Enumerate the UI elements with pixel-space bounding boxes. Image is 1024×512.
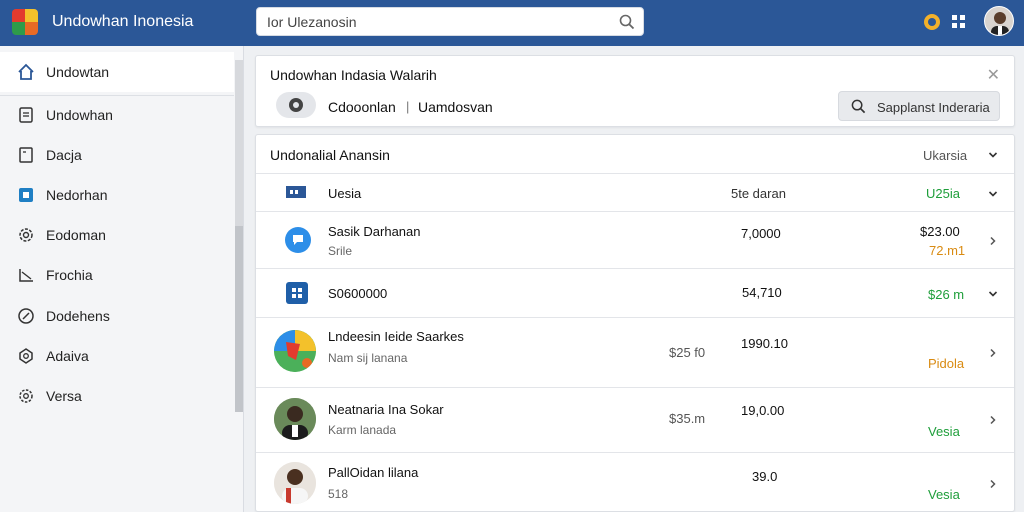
gear-icon (19, 228, 33, 242)
card-search-label: Sapplanst Inderaria (877, 100, 990, 115)
sidebar-item-dacja[interactable]: Dacja (0, 135, 234, 175)
notification-icon[interactable] (921, 11, 943, 33)
sidebar-item-dodehens[interactable]: Dodehens (0, 296, 234, 336)
row-subtitle: Nam sij lanana (328, 351, 408, 365)
chat-icon (285, 227, 311, 253)
search-icon[interactable] (619, 14, 635, 30)
row-name: Neatnaria Ina Sokar (328, 402, 444, 417)
sidebar-item-frochia[interactable]: Frochia (0, 255, 234, 295)
row-status: Vesia (928, 487, 960, 502)
row-amount: $26 m (928, 287, 965, 302)
row-amount: $23.00 (920, 224, 960, 239)
chevron-down-icon[interactable] (988, 150, 998, 160)
square-icon (19, 188, 33, 202)
avatar (274, 462, 316, 504)
list-card: Undonalial Anansin Ukarsia Uesia 5te dar… (255, 134, 1015, 512)
row-value: 39.0 (752, 469, 778, 484)
row-name: S0600000 (328, 286, 388, 301)
chevron-down-icon[interactable] (988, 289, 998, 299)
table-row[interactable]: PallOidan lilana 518 39.0 Vesia (256, 452, 1014, 512)
column-header-status: U25ia (926, 186, 960, 201)
file-icon (19, 147, 33, 163)
sidebar-item-label: Eodoman (46, 227, 106, 243)
chevron-right-icon[interactable] (988, 236, 998, 246)
record-button[interactable] (276, 92, 316, 118)
document-icon (19, 107, 33, 123)
row-value: 19,0.00 (741, 403, 785, 418)
compass-icon (18, 308, 34, 324)
header-card: Undowhan Indasia Walarih ✕ Cdooonlan | U… (255, 55, 1015, 127)
row-status: Vesia (928, 424, 960, 439)
app-logo (12, 9, 38, 35)
sidebar-item-label: Dacja (46, 147, 82, 163)
row-status: Pidola (928, 356, 965, 371)
row-subtitle: 518 (328, 487, 349, 501)
avatar (274, 398, 316, 440)
sidebar-item-label: Frochia (46, 267, 93, 283)
row-value: 54,710 (742, 285, 782, 300)
chevron-right-icon[interactable] (988, 479, 998, 489)
card-search-button[interactable]: Sapplanst Inderaria (838, 91, 1000, 121)
close-icon[interactable]: ✕ (987, 65, 1000, 85)
sidebar-item-label: Dodehens (46, 308, 110, 324)
table-row[interactable]: Lndeesin Ieide Saarkes Nam sij lanana $2… (256, 317, 1014, 387)
row-name: Lndeesin Ieide Saarkes (328, 329, 464, 344)
sidebar-item-eodoman[interactable]: Eodoman (0, 215, 234, 255)
apps-icon[interactable] (948, 11, 970, 33)
search-value: Ior Ulezanosin (267, 14, 357, 30)
sidebar-item-label: Adaiva (46, 348, 89, 364)
chevron-right-icon[interactable] (988, 415, 998, 425)
row-subtitle: Srile (328, 244, 353, 258)
sidebar-item-undowtan[interactable]: Undowtan (0, 52, 234, 92)
card-title: Undonalial Anansin (270, 147, 390, 163)
sidebar-item-label: Versa (46, 388, 82, 404)
table-header-row: Uesia 5te daran U25ia (256, 173, 1014, 211)
row-price: $35.m (669, 411, 706, 426)
filter-dropdown[interactable]: Ukarsia (923, 148, 967, 163)
row-value: 1990.10 (741, 336, 788, 351)
sidebar-item-adaiva[interactable]: Adaiva (0, 336, 234, 376)
tab-separator: | (406, 99, 410, 114)
grid-icon (286, 282, 308, 304)
row-subtitle: Karm lanada (328, 423, 397, 437)
gear-icon (19, 348, 33, 364)
settings-icon (19, 389, 33, 403)
sidebar-item-nedorhan[interactable]: Nedorhan (0, 175, 234, 215)
table-row[interactable]: Neatnaria Ina Sokar Karm lanada $35.m 19… (256, 387, 1014, 452)
column-header-name: Uesia (328, 186, 362, 201)
column-header-date: 5te daran (731, 186, 786, 201)
row-amount-secondary: 72.m1 (929, 243, 966, 258)
row-value: 7,0000 (741, 226, 781, 241)
search-icon (851, 99, 866, 114)
sidebar-item-versa[interactable]: Versa (0, 376, 234, 416)
chevron-right-icon[interactable] (988, 348, 998, 358)
flag-icon (286, 186, 306, 198)
home-icon (18, 63, 34, 80)
sidebar-scrollbar-thumb[interactable] (235, 226, 243, 412)
chart-icon (19, 269, 33, 282)
row-name: Sasik Darhanan (328, 224, 421, 239)
tab-uamdosvan[interactable]: Uamdosvan (418, 99, 493, 115)
user-avatar[interactable] (984, 6, 1014, 36)
row-price: $25 f0 (669, 345, 706, 360)
table-row[interactable]: Sasik Darhanan Srile 7,0000 $23.00 72.m1 (256, 211, 1014, 268)
row-name: PallOidan lilana (328, 465, 419, 480)
sidebar-item-label: Undowhan (46, 107, 113, 123)
top-bar: Undowhan Inonesia Ior Ulezanosin (0, 0, 1024, 46)
record-icon (289, 98, 303, 112)
table-row[interactable]: S0600000 54,710 $26 m (256, 268, 1014, 317)
app-avatar (274, 330, 316, 372)
tab-cdooonlan[interactable]: Cdooonlan (328, 99, 396, 115)
search-input[interactable]: Ior Ulezanosin (256, 7, 644, 36)
sidebar-item-label: Nedorhan (46, 187, 108, 203)
app-title: Undowhan Inonesia (52, 13, 194, 30)
sidebar-item-undowhan[interactable]: Undowhan (0, 95, 234, 135)
sidebar: Undowtan Undowhan Dacja Nedorhan Eodoman (0, 46, 244, 512)
chevron-down-icon[interactable] (988, 189, 998, 199)
card-title: Undowhan Indasia Walarih (270, 67, 437, 83)
sidebar-item-label: Undowtan (46, 64, 110, 80)
